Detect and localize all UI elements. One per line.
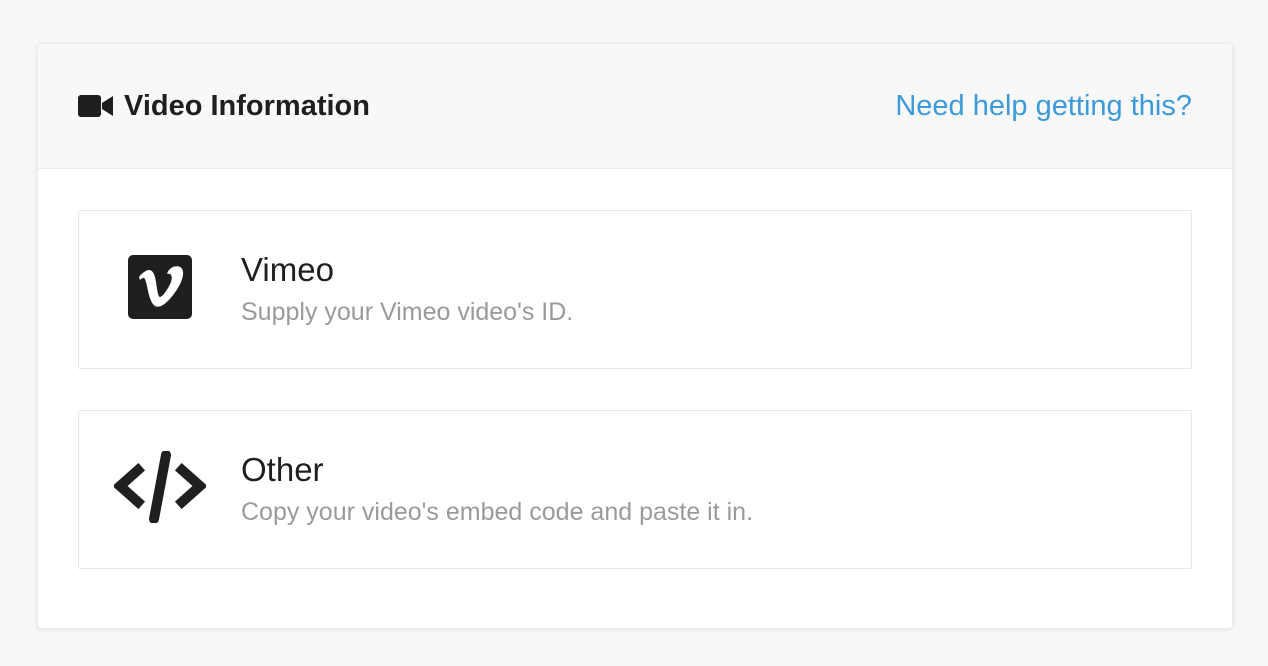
vimeo-icon	[128, 255, 192, 324]
option-text: Other Copy your video's embed code and p…	[241, 450, 753, 530]
option-vimeo[interactable]: Vimeo Supply your Vimeo video's ID.	[78, 210, 1192, 369]
option-other[interactable]: Other Copy your video's embed code and p…	[78, 410, 1192, 569]
card-body: Vimeo Supply your Vimeo video's ID. Othe…	[38, 169, 1232, 569]
option-description: Supply your Vimeo video's ID.	[241, 297, 574, 326]
option-title: Vimeo	[241, 250, 334, 288]
video-information-card: Video Information Need help getting this…	[37, 43, 1233, 629]
video-camera-icon	[78, 95, 114, 117]
option-icon-container	[79, 255, 241, 324]
option-description: Copy your video's embed code and paste i…	[241, 497, 754, 526]
help-link[interactable]: Need help getting this?	[895, 90, 1192, 123]
code-icon	[112, 450, 208, 528]
option-title: Other	[241, 450, 324, 488]
card-title: Video Information	[124, 89, 370, 122]
option-text: Vimeo Supply your Vimeo video's ID.	[241, 250, 573, 330]
card-header: Video Information Need help getting this…	[38, 44, 1232, 169]
option-icon-container	[79, 450, 241, 528]
header-title-group: Video Information	[78, 90, 370, 123]
